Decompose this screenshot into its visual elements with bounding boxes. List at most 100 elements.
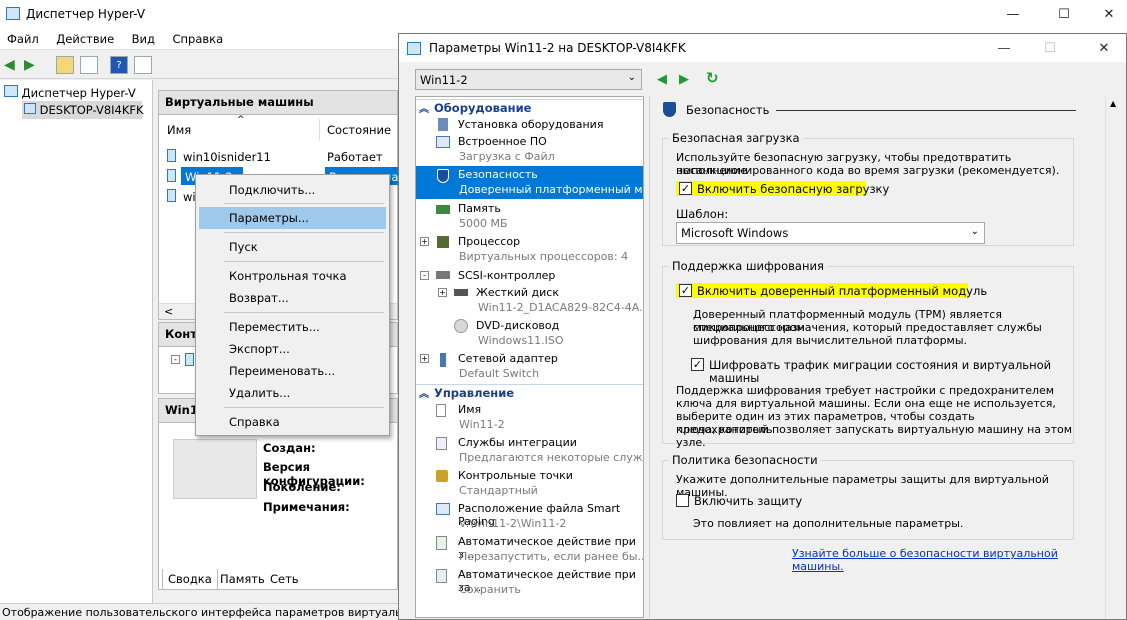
nav-forward-icon[interactable]: ▶	[679, 72, 689, 87]
dialog-minimize-button[interactable]: —	[981, 34, 1027, 62]
tab-network[interactable]: Сеть	[266, 571, 303, 587]
menu-action[interactable]: Действие	[49, 28, 121, 46]
integration-services-icon	[436, 437, 447, 450]
vm-icon	[167, 169, 176, 182]
nav-hard-drive[interactable]: + Жесткий диск Win11-2_D1ACA829-82C4-4A.…	[416, 284, 643, 317]
main-close-button[interactable]: ✕	[1086, 0, 1127, 28]
section-hardware[interactable]: ︽ Оборудование	[416, 99, 643, 115]
tpm-desc-2: специального назначения, который предост…	[693, 321, 1042, 334]
help-icon[interactable]: ?	[110, 56, 128, 74]
secure-boot-checkbox-label[interactable]: Включить безопасную загрузку	[697, 183, 889, 196]
nav-add-hardware[interactable]: Установка оборудования	[416, 116, 643, 132]
secure-boot-desc-2: несанкционированного кода во время загру…	[676, 164, 1060, 177]
tpm-checkbox[interactable]: ✓	[679, 284, 692, 297]
template-dropdown[interactable]: Microsoft Windows ⌄	[676, 222, 985, 244]
section-management-label: Управление	[434, 386, 515, 400]
sort-arrow-icon: ^	[237, 115, 245, 125]
menu-item-move[interactable]: Переместить...	[199, 316, 386, 338]
menu-item-connect[interactable]: Подключить...	[199, 179, 386, 201]
processor-icon	[437, 236, 449, 248]
menu-item-revert[interactable]: Возврат...	[199, 287, 386, 309]
migration-encrypt-checkbox[interactable]: ✓	[691, 358, 704, 371]
nav-security[interactable]: Безопасность Доверенный платформенный мо…	[416, 166, 643, 199]
vertical-scrollbar[interactable]: ▲	[1105, 96, 1122, 618]
column-state-header[interactable]: Состояние	[327, 123, 391, 137]
refresh-icon[interactable]: ↻	[706, 69, 719, 87]
menu-item-start[interactable]: Пуск	[199, 236, 386, 258]
nav-automatic-stop[interactable]: Автоматическое действие при за... Сохран…	[416, 566, 643, 599]
scroll-left-icon[interactable]: <	[164, 305, 173, 318]
nav-processor[interactable]: + Процессор Виртуальных процессоров: 4	[416, 233, 643, 266]
nav-firmware[interactable]: Встроенное ПО Загрузка с Файл	[416, 133, 643, 166]
encryption-note-2: ключа для виртуальной машины. Если она е…	[676, 397, 1056, 410]
hard-drive-icon	[454, 289, 468, 296]
dialog-close-button[interactable]: ✕	[1081, 34, 1127, 62]
menu-item-delete[interactable]: Удалить...	[199, 382, 386, 404]
nav-name[interactable]: Имя Win11-2	[416, 401, 643, 434]
folder-up-icon[interactable]	[56, 56, 74, 74]
menu-item-help[interactable]: Справка	[199, 411, 386, 433]
security-settings-pane: Безопасность Безопасная загрузка Использ…	[649, 96, 1105, 618]
collapse-tree-icon[interactable]: -	[420, 271, 429, 280]
dialog-title-bar[interactable]: Параметры Win11-2 на DESKTOP-V8I4KFK — ☐…	[399, 34, 1126, 62]
secure-boot-title: Безопасная загрузка	[669, 131, 803, 145]
auto-start-icon	[436, 536, 447, 550]
tree-host-node[interactable]: DESKTOP-V8I4KFK	[22, 101, 144, 119]
menu-file[interactable]: Файл	[0, 28, 46, 46]
menu-item-rename[interactable]: Переименовать...	[199, 360, 386, 382]
main-minimize-button[interactable]: —	[990, 0, 1036, 28]
vm-name: win10isnider11	[183, 150, 271, 164]
main-title-bar[interactable]: Диспетчер Hyper-V — ☐ ✕	[0, 0, 1127, 28]
menu-item-export[interactable]: Экспорт...	[199, 338, 386, 360]
expand-icon[interactable]: +	[420, 354, 429, 363]
app-icon	[6, 7, 20, 20]
section-management[interactable]: ︽ Управление	[416, 384, 643, 400]
nav-integration-services[interactable]: Службы интеграции Предлагаются некоторые…	[416, 434, 643, 467]
forward-icon[interactable]: ▶	[24, 57, 35, 73]
nav-checkpoints[interactable]: Контрольные точки Стандартный	[416, 467, 643, 500]
action-pane-icon[interactable]	[134, 56, 152, 74]
shield-icon	[437, 169, 449, 183]
enable-shielding-label[interactable]: Включить защиту	[694, 495, 802, 508]
scroll-up-icon[interactable]: ▲	[1110, 99, 1116, 108]
vm-selector-dropdown[interactable]: Win11-2 ⌄	[415, 69, 642, 90]
nav-smart-paging[interactable]: Расположение файла Smart Paging V:\win11…	[416, 500, 643, 533]
vm-name: wi	[183, 190, 196, 204]
column-name-header[interactable]: Имя	[167, 123, 191, 137]
nav-back-icon[interactable]: ◀	[657, 72, 667, 87]
main-maximize-button[interactable]: ☐	[1041, 0, 1087, 28]
expand-icon[interactable]: -	[171, 355, 180, 364]
expand-icon[interactable]: +	[438, 288, 447, 297]
nav-memory[interactable]: Память 5000 МБ	[416, 200, 643, 233]
menu-help[interactable]: Справка	[166, 28, 231, 46]
encryption-group: Поддержка шифрования ✓ Включить доверенн…	[662, 259, 1074, 449]
tpm-checkbox-label[interactable]: Включить доверенный платформенный модуль	[697, 285, 987, 298]
nav-automatic-start[interactable]: Автоматическое действие при з... Перезап…	[416, 533, 643, 566]
controller-icon	[436, 271, 450, 279]
nav-scsi-controller[interactable]: - SCSI-контроллер	[416, 267, 643, 283]
tab-memory[interactable]: Память	[216, 571, 269, 587]
table-row[interactable]: win10isnider11 Работает	[163, 147, 397, 165]
migration-encrypt-label[interactable]: Шифровать трафик миграции состояния и ви…	[709, 359, 1073, 385]
tab-summary[interactable]: Сводка	[162, 569, 218, 590]
expand-icon[interactable]: +	[420, 237, 429, 246]
back-icon[interactable]: ◀	[4, 57, 15, 73]
dialog-maximize-button[interactable]: ☐	[1027, 34, 1073, 62]
console-tree: Диспетчер Hyper-V DESKTOP-V8I4KFK	[0, 80, 153, 603]
enable-shielding-checkbox[interactable]	[676, 494, 689, 507]
tree-root-label: Диспетчер Hyper-V	[21, 86, 136, 100]
detail-created-label: Создан:	[263, 441, 316, 455]
main-window-title: Диспетчер Hyper-V	[26, 7, 146, 21]
menu-item-checkpoint[interactable]: Контрольная точка	[199, 265, 386, 287]
secure-boot-checkbox[interactable]: ✓	[679, 182, 692, 195]
menu-item-settings[interactable]: Параметры...	[199, 207, 386, 229]
tree-root[interactable]: Диспетчер Hyper-V	[4, 85, 136, 100]
security-policy-note: Это повлияет на дополнительные параметры…	[693, 517, 964, 530]
show-hide-tree-icon[interactable]	[80, 56, 98, 74]
learn-more-link[interactable]: Узнайте больше о безопасности виртуально…	[792, 547, 1105, 573]
nav-dvd-drive[interactable]: DVD-дисковод Windows11.ISO	[416, 317, 643, 350]
chevron-down-icon: ⌄	[627, 72, 636, 83]
menu-view[interactable]: Вид	[125, 28, 162, 46]
nav-network-adapter[interactable]: + Сетевой адаптер Default Switch	[416, 350, 643, 383]
network-adapter-icon	[440, 353, 446, 367]
